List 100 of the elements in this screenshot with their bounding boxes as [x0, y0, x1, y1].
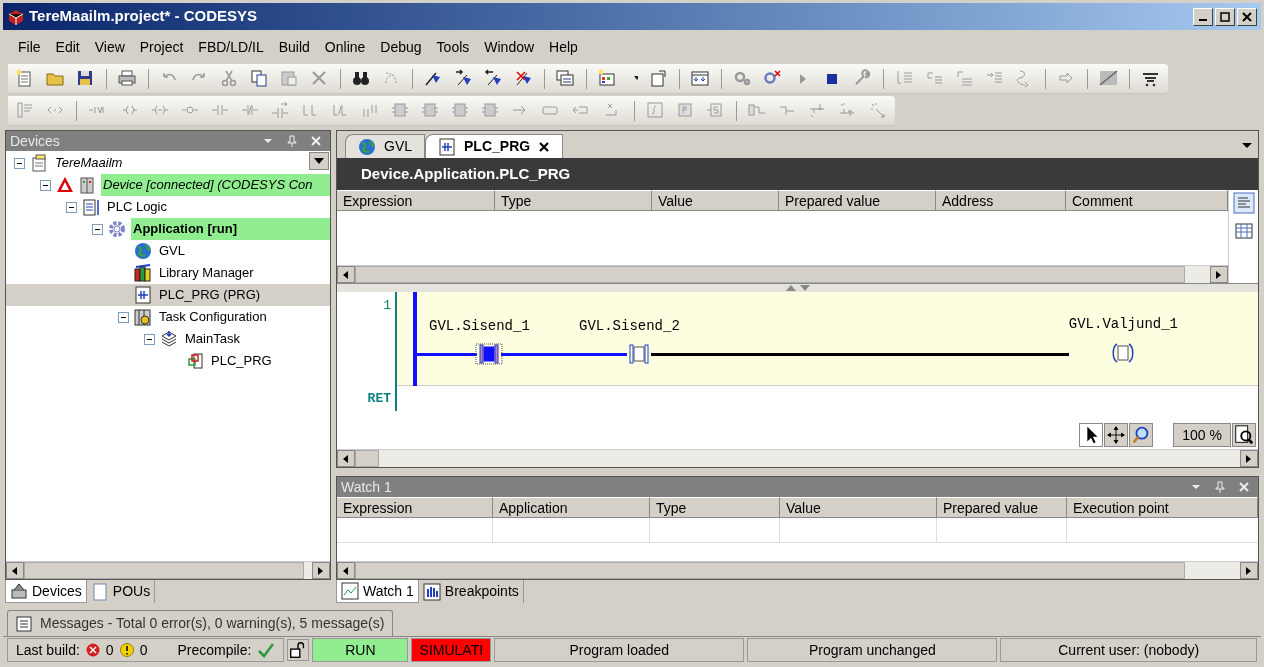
scroll-right-icon[interactable] — [318, 566, 324, 575]
zoom-level[interactable]: 100 % — [1173, 423, 1231, 447]
block-icon[interactable] — [391, 101, 410, 120]
tree-row[interactable]: TereMaailm — [6, 152, 330, 174]
horizontal-scrollbar[interactable] — [6, 561, 330, 579]
scroll-left-icon[interactable] — [343, 454, 349, 463]
tree-row[interactable]: Device [connected] (CODESYS Con — [6, 174, 330, 196]
scroll-right-icon[interactable] — [1246, 566, 1252, 575]
editor-tab[interactable]: GVL — [345, 134, 425, 158]
cut-icon[interactable] — [220, 69, 239, 88]
remove-flag-icon[interactable] — [514, 69, 533, 88]
table-view-icon[interactable] — [1234, 222, 1253, 240]
step-out-icon[interactable] — [955, 69, 974, 88]
collapse-toggle[interactable] — [92, 223, 103, 235]
dropdown-button[interactable] — [309, 152, 329, 170]
tree-row[interactable]: Application [run] — [6, 218, 330, 240]
column-header[interactable]: Value — [780, 497, 937, 518]
menu-item[interactable]: Build — [271, 36, 317, 58]
tree-item: TereMaailm — [54, 154, 124, 172]
block-icon[interactable] — [481, 101, 500, 120]
collapse-toggle[interactable] — [14, 157, 25, 169]
messages-tab[interactable]: Messages - Total 0 error(s), 0 warning(s), 5 message(s) — [7, 610, 394, 636]
save-icon[interactable] — [76, 69, 95, 88]
insert-below-icon[interactable] — [808, 101, 827, 120]
close-icon[interactable] — [538, 140, 551, 153]
pointer-icon[interactable] — [1079, 423, 1104, 447]
menu-item[interactable]: Project — [132, 36, 191, 58]
menu-item[interactable]: Debug — [373, 36, 429, 58]
maximize-button[interactable] — [1215, 7, 1235, 26]
tree-row[interactable]: Library Manager — [6, 262, 330, 284]
column-header[interactable]: Prepared value — [937, 497, 1067, 518]
insert-object-icon[interactable] — [598, 69, 617, 88]
menu-item[interactable]: Window — [477, 36, 542, 58]
column-header[interactable]: Comment — [1066, 190, 1228, 211]
gear-icon[interactable] — [733, 69, 752, 88]
move-icon[interactable] — [1104, 423, 1129, 447]
scroll-left-icon[interactable] — [12, 566, 18, 575]
menu-item[interactable]: Help — [542, 36, 585, 58]
step-flag-icon[interactable] — [454, 69, 473, 88]
minimize-button[interactable] — [1193, 7, 1213, 26]
block-icon[interactable] — [421, 101, 440, 120]
box-s-icon[interactable] — [706, 101, 725, 120]
export-icon[interactable] — [649, 69, 668, 88]
box-p-icon[interactable] — [676, 101, 695, 120]
menu-item[interactable]: Online — [317, 36, 373, 58]
contact-symbol[interactable] — [475, 343, 503, 365]
tree-row[interactable]: GVL — [6, 240, 330, 262]
close-button[interactable] — [1237, 7, 1257, 26]
scroll-left-icon[interactable] — [343, 270, 349, 279]
column-header[interactable]: Address — [936, 190, 1066, 211]
network-icon[interactable] — [16, 101, 35, 120]
printer-icon[interactable] — [118, 69, 137, 88]
horizontal-scrollbar[interactable] — [337, 449, 1258, 467]
column-header[interactable]: Type — [650, 497, 780, 518]
unlocked-icon[interactable] — [287, 639, 310, 661]
column-header[interactable]: Execution point — [1067, 497, 1258, 518]
collapse-toggle[interactable] — [66, 201, 77, 213]
column-header[interactable]: Application — [493, 497, 650, 518]
pin-icon[interactable] — [1214, 481, 1226, 493]
scroll-right-icon[interactable] — [1216, 270, 1222, 279]
set-output-icon[interactable] — [868, 101, 887, 120]
copy-icon[interactable] — [250, 69, 269, 88]
function-icon[interactable] — [646, 101, 665, 120]
scroll-thumb[interactable] — [355, 450, 379, 467]
menu-item[interactable]: File — [11, 36, 48, 58]
zoom-icon[interactable] — [1129, 423, 1154, 447]
editor-tab[interactable]: PLC_PRG — [425, 134, 564, 158]
tree-row[interactable]: Task Configuration — [6, 306, 330, 328]
list-view-icon[interactable] — [1232, 192, 1255, 214]
scroll-right-icon[interactable] — [1246, 454, 1252, 463]
collapse-toggle[interactable] — [40, 179, 51, 191]
panel-tab[interactable]: Devices — [5, 580, 87, 603]
tree-row[interactable]: PLC_PRG — [6, 350, 330, 372]
panel-tab[interactable]: Watch 1 — [336, 580, 419, 603]
pin-icon[interactable] — [286, 135, 298, 147]
menu-item[interactable]: Tools — [429, 36, 477, 58]
menu-item[interactable]: View — [87, 36, 132, 58]
tree-row[interactable]: PLC Logic — [6, 196, 330, 218]
binoculars-icon[interactable] — [352, 69, 371, 88]
column-header[interactable]: Prepared value — [779, 190, 936, 211]
tree-row[interactable]: MainTask — [6, 328, 330, 350]
collapse-toggle[interactable] — [144, 333, 155, 345]
column-header[interactable]: Value — [652, 190, 779, 211]
paste-icon[interactable] — [280, 69, 299, 88]
download-icon[interactable] — [691, 69, 710, 88]
scroll-thumb[interactable] — [24, 562, 304, 579]
window-list-icon[interactable] — [556, 69, 575, 88]
menu-item[interactable]: Edit — [48, 36, 87, 58]
scroll-left-icon[interactable] — [343, 566, 349, 575]
parallel-contact-icon[interactable] — [271, 101, 290, 120]
menu-item[interactable]: FBD/LD/IL — [191, 36, 271, 58]
document-icon — [90, 582, 109, 601]
block-icon[interactable] — [451, 101, 470, 120]
column-header[interactable]: Type — [495, 190, 652, 211]
collapse-toggle[interactable] — [118, 311, 129, 323]
tree-row[interactable]: PLC_PRG (PRG) — [6, 284, 330, 306]
step-back-flag-icon[interactable] — [484, 69, 503, 88]
column-header[interactable]: Expression — [337, 190, 495, 211]
column-header[interactable]: Expression — [337, 497, 493, 518]
zoom-page-icon[interactable] — [1232, 423, 1256, 447]
